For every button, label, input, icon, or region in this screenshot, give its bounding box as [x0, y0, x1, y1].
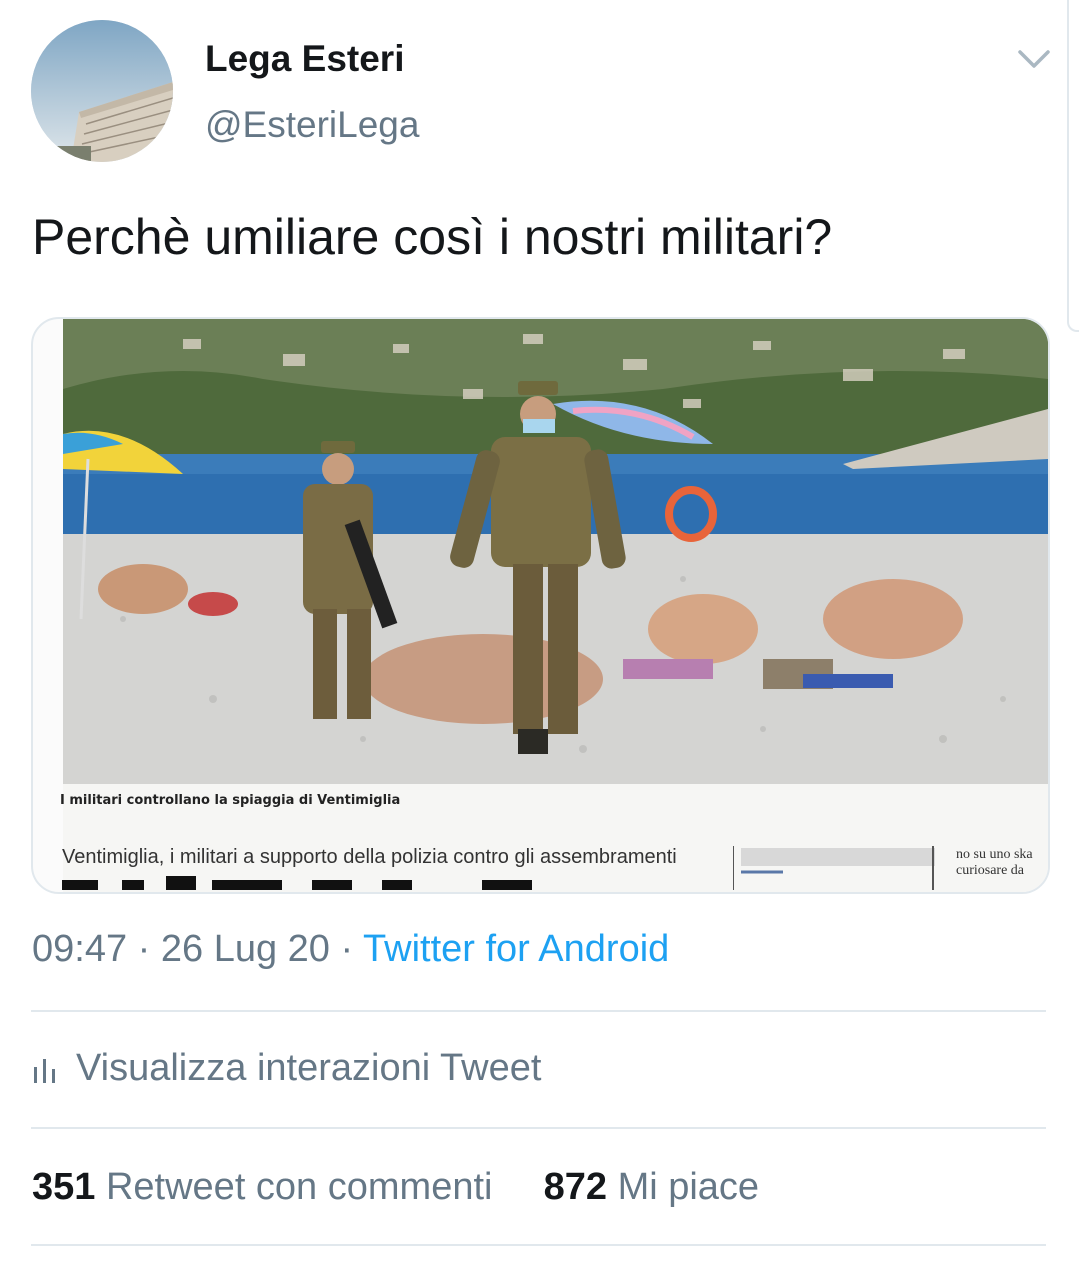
clipping-sidebar-box — [733, 846, 935, 890]
tweet-meta: 09:47 · 26 Lug 20 · Twitter for Android — [32, 928, 669, 971]
retweets-count: 351 — [32, 1166, 96, 1208]
view-tweet-activity[interactable]: Visualizza interazioni Tweet — [32, 1047, 541, 1090]
view-tweet-activity-label: Visualizza interazioni Tweet — [76, 1047, 542, 1089]
analytics-icon — [34, 1058, 55, 1083]
chevron-down-icon[interactable] — [1016, 44, 1052, 74]
meta-separator-1: · — [137, 928, 161, 970]
divider-1 — [31, 1010, 1046, 1012]
tweet-date: 26 Lug 20 — [160, 928, 330, 970]
clipping-side-text: no su uno ska curiosare da — [956, 847, 1046, 879]
meta-separator-2: · — [340, 928, 364, 970]
tweet-time: 09:47 — [32, 928, 128, 970]
scroll-edge — [1067, 0, 1079, 332]
tweet-text: Perchè umiliare così i nostri militari? — [32, 209, 833, 265]
clipping-title-fragment — [62, 876, 532, 890]
photo-caption: I militari controllano la spiaggia di Ve… — [60, 793, 401, 808]
divider-3 — [31, 1244, 1046, 1246]
tweet-source-link[interactable]: Twitter for Android — [363, 928, 669, 970]
clipping-headline: Ventimiglia, i militari a supporto della… — [62, 846, 677, 868]
clipping-side-line-1: no su uno ska — [956, 847, 1033, 862]
tweet-stats: 351 Retweet con commenti 872 Mi piace — [32, 1166, 759, 1209]
divider-2 — [31, 1127, 1046, 1129]
avatar[interactable] — [31, 20, 173, 162]
avatar-building-image — [31, 20, 173, 162]
author-handle[interactable]: @EsteriLega — [205, 104, 419, 146]
author-name[interactable]: Lega Esteri — [205, 38, 404, 80]
retweets-label: Retweet con commenti — [105, 1166, 493, 1208]
likes-count: 872 — [543, 1166, 607, 1208]
clipping-side-line-2: curiosare da — [956, 863, 1025, 878]
retweets-stat[interactable]: 351 Retweet con commenti — [32, 1166, 492, 1208]
likes-stat[interactable]: 872 Mi piace — [544, 1166, 759, 1208]
likes-label: Mi piace — [617, 1166, 760, 1208]
beach-photo — [63, 319, 1048, 784]
